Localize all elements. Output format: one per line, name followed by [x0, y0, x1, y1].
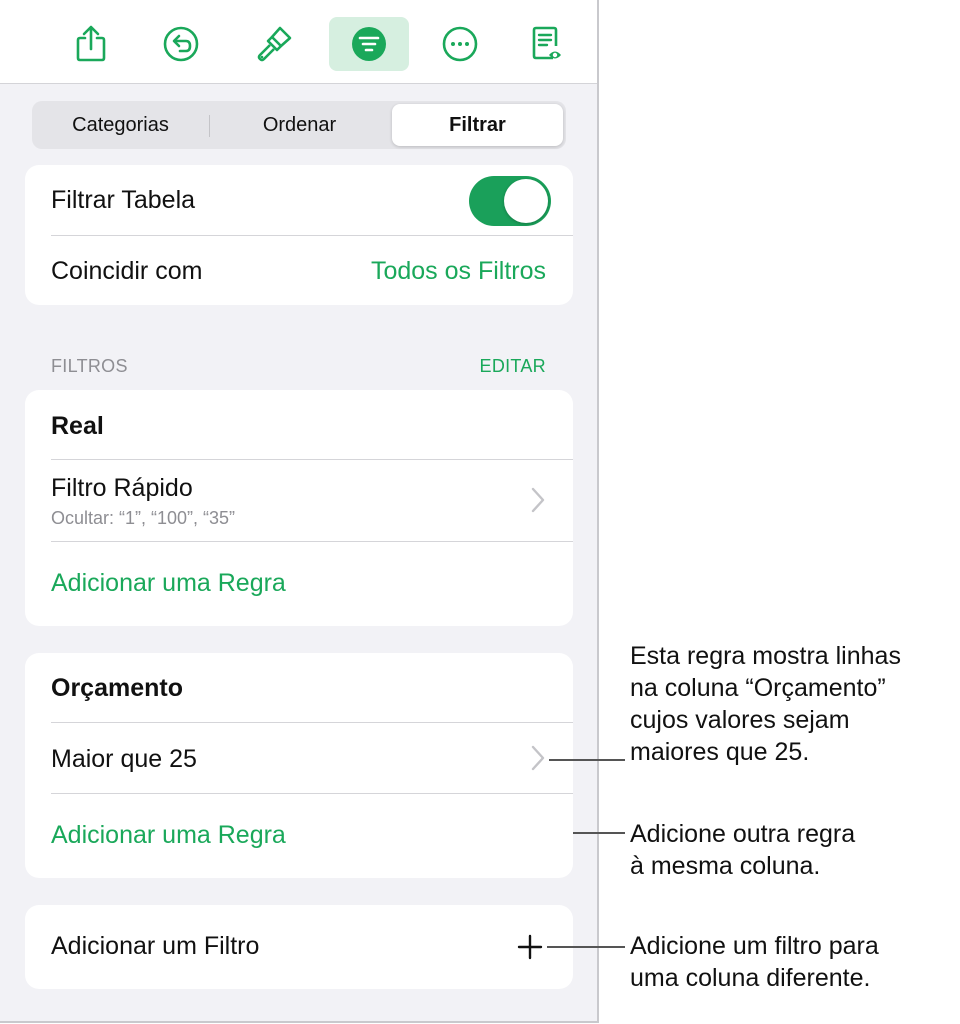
callout-add-rule: Adicione outra regra à mesma coluna. — [630, 818, 855, 882]
filters-section-title: FILTROS — [51, 356, 128, 376]
undo-icon — [163, 26, 199, 62]
rule-subtitle: Ocultar: “1”, “100”, “35” — [51, 508, 236, 528]
callout-line: uma coluna diferente. — [630, 964, 871, 992]
organize-filter-icon — [352, 27, 386, 61]
plus-icon[interactable] — [517, 934, 543, 960]
filter-column-name: Real — [51, 412, 104, 440]
callout-add-filter: Adicione um filtro para uma coluna difer… — [630, 930, 879, 994]
add-filter-label: Adicionar um Filtro — [51, 932, 260, 960]
organize-button[interactable] — [329, 17, 409, 71]
reader-view-icon — [532, 26, 561, 60]
add-rule-row[interactable]: Adicionar uma Regra — [25, 542, 573, 626]
callout-line-add-filter — [547, 946, 625, 948]
callout-line: Adicione um filtro para — [630, 932, 879, 960]
match-value[interactable]: Todos os Filtros — [371, 257, 546, 286]
callout-line: cujos valores sejam — [630, 706, 850, 734]
more-button[interactable] — [420, 17, 500, 71]
rule-title: Filtro Rápido — [51, 474, 193, 502]
organize-segmented-control: Categorias Ordenar Filtrar — [32, 101, 566, 149]
chevron-right-icon — [531, 745, 545, 771]
tab-categorias[interactable]: Categorias — [35, 104, 206, 146]
toggle-knob — [504, 179, 548, 223]
share-button[interactable] — [51, 17, 131, 71]
callout-line: à mesma coluna. — [630, 852, 821, 880]
format-brush-icon — [257, 26, 292, 62]
filter-card-orcamento: Orçamento Maior que 25 Adicionar uma Reg… — [25, 653, 573, 878]
callout-line: Esta regra mostra linhas — [630, 642, 901, 670]
callout-line: na coluna “Orçamento” — [630, 674, 886, 702]
toolbar — [0, 0, 597, 84]
add-rule-button[interactable]: Adicionar uma Regra — [51, 569, 286, 598]
tab-filtrar[interactable]: Filtrar — [392, 104, 563, 146]
organize-panel: Categorias Ordenar Filtrar Filtrar Tabel… — [0, 0, 599, 1023]
filter-card-real: Real Filtro Rápido Ocultar: “1”, “100”, … — [25, 390, 573, 626]
callout-line: maiores que 25. — [630, 738, 810, 766]
match-row[interactable]: Coincidir com Todos os Filtros — [25, 236, 573, 305]
callout-line-add-rule — [573, 832, 625, 834]
undo-button[interactable] — [141, 17, 221, 71]
filter-column-name: Orçamento — [51, 674, 183, 702]
format-button[interactable] — [234, 17, 314, 71]
filter-table-toggle[interactable] — [469, 176, 551, 226]
rule-title: Maior que 25 — [51, 745, 197, 773]
chevron-right-icon — [531, 487, 545, 513]
rule-row[interactable]: Maior que 25 — [25, 723, 573, 793]
edit-filters-button[interactable]: EDITAR — [480, 356, 546, 377]
filter-table-row: Filtrar Tabela — [25, 165, 573, 235]
filter-table-label: Filtrar Tabela — [51, 186, 196, 214]
match-label: Coincidir com — [51, 257, 203, 285]
rule-row[interactable]: Filtro Rápido Ocultar: “1”, “100”, “35” — [25, 460, 573, 541]
filter-settings-card: Filtrar Tabela Coincidir com Todos os Fi… — [25, 165, 573, 305]
tab-ordenar[interactable]: Ordenar — [213, 104, 386, 146]
callout-rule: Esta regra mostra linhas na coluna “Orça… — [630, 640, 901, 768]
more-icon — [442, 26, 478, 62]
add-rule-button[interactable]: Adicionar uma Regra — [51, 821, 286, 850]
share-icon — [76, 25, 106, 62]
callout-line-rule — [549, 759, 625, 761]
add-rule-row[interactable]: Adicionar uma Regra — [25, 794, 573, 878]
reader-view-button[interactable] — [507, 17, 587, 71]
segment-divider — [209, 115, 210, 137]
add-filter-card[interactable]: Adicionar um Filtro — [25, 905, 573, 989]
callout-line: Adicione outra regra — [630, 820, 856, 848]
